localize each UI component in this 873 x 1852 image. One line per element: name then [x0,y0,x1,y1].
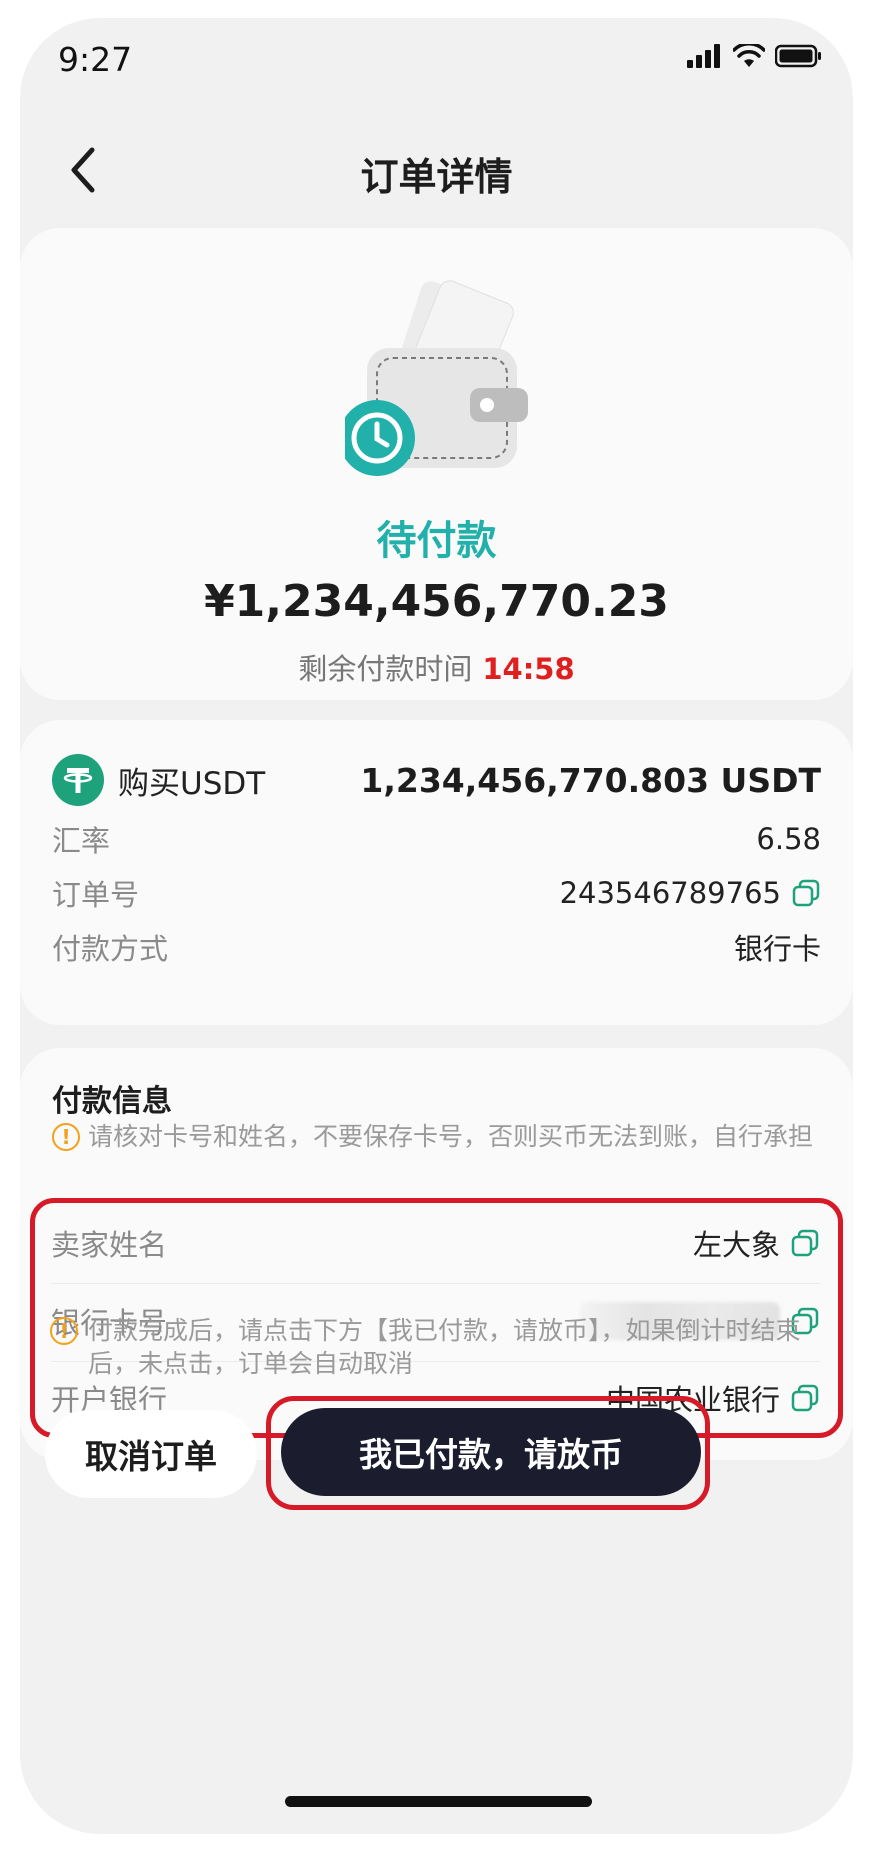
buy-label-group: 购买USDT [52,754,265,806]
payment-amount: ¥1,234,456,770.23 [204,576,669,627]
order-no-group: 243546789765 [560,876,821,910]
system-icons [687,44,823,68]
order-details-card: 购买USDT 1,234,456,770.803 USDT 汇率 6.58 订单… [20,720,853,1025]
cancel-order-button[interactable]: 取消订单 [45,1410,257,1498]
copy-icon[interactable] [790,1228,820,1258]
copy-icon[interactable] [790,1383,820,1413]
warning-icon: ! [50,1317,78,1345]
phone-screen: 9:27 订单详情 待付款 ¥1,234,456,770.23 剩余付款时间 1… [20,18,853,1834]
status-bar: 9:27 [20,18,853,98]
warning-icon: ! [52,1123,80,1151]
seller-name-row: 卖家姓名 左大象 [51,1203,820,1284]
signal-icon [687,44,720,68]
rate-value: 6.58 [756,822,821,856]
wallet-clock-icon [345,280,528,476]
wifi-icon [733,44,765,67]
order-status-text: 待付款 [376,518,497,564]
buy-amount: 1,234,456,770.803 USDT [360,760,821,800]
confirm-button-highlight: 我已付款，请放币 [266,1396,710,1510]
seller-name-label: 卖家姓名 [51,1228,168,1262]
pay-method-value: 银行卡 [733,932,821,966]
payment-warning: ! 请核对卡号和姓名，不要保存卡号，否则买币无法到账，自行承担 [52,1120,821,1153]
payment-notice: ! 付款完成后，请点击下方【我已付款，请放币】，如果倒计时结束后，未点击，订单会… [50,1314,823,1380]
battery-icon [775,44,821,68]
buy-label: 购买USDT [118,765,266,802]
pay-method-row: 付款方式 银行卡 [52,924,821,970]
home-indicator [285,1796,592,1807]
countdown-timer: 14:58 [482,652,575,686]
payment-info-title: 付款信息 [52,1084,172,1119]
page-title: 订单详情 [360,155,513,199]
header: 订单详情 [20,118,853,218]
remaining-time-label: 剩余付款时间 [298,652,473,686]
seller-name-value: 左大象 [692,1228,780,1262]
rate-row: 汇率 6.58 [52,816,821,862]
order-no-value: 243546789765 [559,876,781,910]
order-no-label: 订单号 [52,878,140,912]
remaining-time: 剩余付款时间 14:58 [20,646,853,688]
order-no-row: 订单号 243546789765 [52,870,821,916]
buy-row: 购买USDT 1,234,456,770.803 USDT [52,750,821,810]
seller-name-group: 左大象 [693,1222,820,1264]
rate-label: 汇率 [52,824,111,858]
payment-notice-text: 付款完成后，请点击下方【我已付款，请放币】，如果倒计时结束后，未点击，订单会自动… [88,1316,801,1378]
pay-method-label: 付款方式 [52,932,169,966]
status-time: 9:27 [58,40,133,79]
copy-icon[interactable] [791,878,821,908]
order-status-card: 待付款 ¥1,234,456,770.23 剩余付款时间 14:58 [20,228,853,700]
payment-warning-text: 请核对卡号和姓名，不要保存卡号，否则买币无法到账，自行承担 [88,1122,814,1151]
confirm-paid-button[interactable]: 我已付款，请放币 [281,1408,701,1496]
usdt-icon [52,754,104,806]
